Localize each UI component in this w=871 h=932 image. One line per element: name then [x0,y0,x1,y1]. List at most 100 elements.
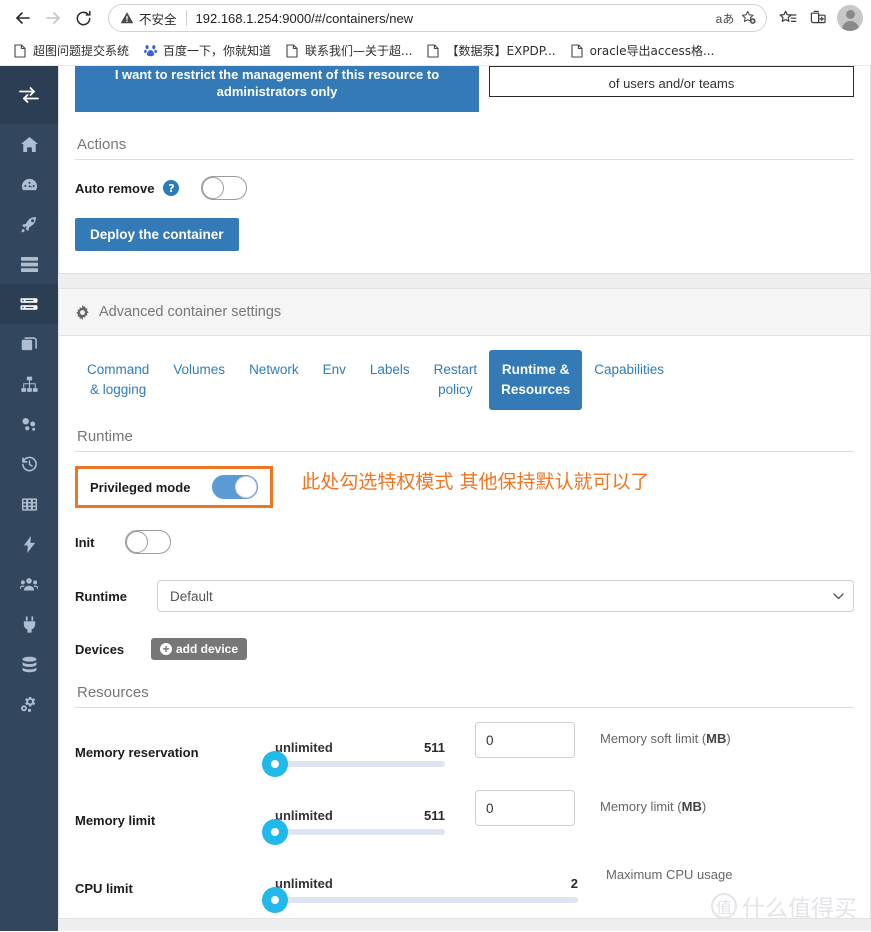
cpu-limit-row: CPU limit unlimited 2 Maximum CPU usage [75,858,854,918]
devices-row: Devices + add device [75,638,854,660]
sidebar-item-events[interactable] [0,444,58,484]
sidebar-item-containers[interactable] [0,284,58,324]
memory-reservation-row: Memory reservation unlimited 511 Memory … [75,722,854,782]
tab-env[interactable]: Env [311,350,358,410]
deploy-the-container-button[interactable]: Deploy the container [75,218,239,251]
restrict-to-administrators-button[interactable]: I want to restrict the management of thi… [75,66,479,112]
slider-max-label: 2 [570,875,578,891]
memory-reservation-slider[interactable] [262,750,445,777]
sidebar-item-endpoints[interactable] [0,604,58,644]
tab-capabilities[interactable]: Capabilities [582,350,676,410]
annotation-text: 此处勾选特权模式 其他保持默认就可以了 [301,470,650,493]
tab-volumes[interactable]: Volumes [161,350,237,410]
memory-soft-limit-label: Memory soft limit (MB) [600,731,731,746]
auto-remove-toggle[interactable] [201,176,248,200]
tab-command-logging[interactable]: Command & logging [75,350,161,410]
cpu-limit-slider[interactable] [262,886,578,913]
auto-remove-row: Auto remove ? [75,176,854,200]
slider-thumb[interactable] [262,886,288,913]
add-device-label: add device [176,642,239,656]
address-bar[interactable]: 不安全 192.168.1.254:9000/#/containers/new … [108,4,767,32]
memory-reservation-input[interactable] [475,722,575,758]
sidebar-item-networks[interactable] [0,364,58,404]
slider-end-labels: unlimited 2 [275,876,578,891]
sidebar-item-stacks[interactable] [0,244,58,284]
sidebar-item-app-templates[interactable] [0,204,58,244]
sidebar-item-dashboard[interactable] [0,164,58,204]
restrict-button-label: I want to restrict the management of thi… [114,67,440,99]
cpu-limit-slider-wrap: unlimited 2 [262,874,578,913]
bookmark-label: 联系我们—关于超... [305,44,413,58]
sidebar-item-users[interactable] [0,564,58,604]
browser-chrome: 不安全 192.168.1.254:9000/#/containers/new … [0,0,871,66]
url-text[interactable]: 192.168.1.254:9000/#/containers/new [196,11,713,26]
baidu-icon [143,44,157,58]
sidebar-item-quick-actions[interactable] [0,524,58,564]
privileged-mode-label: Privileged mode [90,479,191,495]
bookmark-item[interactable]: oracle导出access格... [563,39,722,63]
slider-min-label: unlimited [275,875,333,891]
cpu-limit-label: CPU limit [75,880,133,896]
bookmark-label: oracle导出access格... [589,44,715,58]
privileged-mode-toggle[interactable] [212,475,259,499]
plus-circle-icon: + [160,643,172,655]
bookmark-label: 超图问题提交系统 [33,44,130,58]
gear-icon [75,304,90,320]
memory-limit-input[interactable] [475,790,575,826]
bookmark-item[interactable]: 【数据泵】EXPDP... [419,39,562,63]
forward-arrow-icon[interactable] [38,3,68,33]
slider-min-label: unlimited [275,807,333,823]
memory-reservation-slider-wrap: unlimited 511 [262,738,445,777]
slider-max-label: 511 [424,739,445,755]
add-device-button[interactable]: + add device [151,638,248,660]
init-toggle[interactable] [125,530,171,554]
favorites-icon[interactable] [773,3,803,33]
tab-restart-policy[interactable]: Restart policy [422,350,490,410]
tab-network[interactable]: Network [237,350,311,410]
avatar[interactable] [837,5,863,31]
slider-thumb[interactable] [262,818,288,845]
back-arrow-icon[interactable] [8,3,38,33]
bookmark-item[interactable]: 百度一下，你就知道 [136,39,278,63]
resources-section-title: Resources [75,684,854,708]
sidebar-item-volumes[interactable] [0,404,58,444]
memory-limit-slider[interactable] [262,818,445,845]
slider-max-label: 511 [424,807,445,823]
sidebar-item-images[interactable] [0,324,58,364]
tab-labels[interactable]: Labels [358,350,422,410]
runtime-select-wrap: Default [157,580,854,612]
runtime-select-row: Runtime Default [75,580,854,612]
help-icon[interactable]: ? [163,180,180,196]
reload-icon[interactable] [68,3,98,33]
toggle-knob [235,476,258,498]
privileged-mode-highlight: Privileged mode [75,466,274,508]
init-row: Init [75,530,854,554]
memory-limit-slider-wrap: unlimited 511 [262,806,445,845]
slider-thumb[interactable] [262,750,288,777]
users-teams-box[interactable]: of users and/or teams [489,66,854,97]
omnibox-divider [185,10,187,26]
advanced-settings-title: Advanced container settings [99,304,282,320]
sidebar-item-host[interactable] [0,484,58,524]
devices-label: Devices [75,641,125,657]
sidebar-item-registries[interactable] [0,644,58,684]
collections-icon[interactable] [803,3,833,33]
advanced-container-settings-panel: Advanced container settings Command & lo… [58,288,871,919]
translate-icon[interactable]: aあ [713,6,737,30]
runtime-select[interactable]: Default [157,580,854,612]
slider-end-labels: unlimited 511 [275,808,445,823]
memory-limit-unit-label: Memory limit (MB) [600,799,707,814]
main-content: I want to restrict the management of thi… [58,66,871,931]
tab-runtime-resources[interactable]: Runtime & Resources [489,350,583,410]
sidebar [0,66,58,931]
advanced-tabs: Command & logging Volumes Network Env La… [59,336,870,410]
max-cpu-usage-label: Maximum CPU usage [606,867,733,882]
access-control-row: I want to restrict the management of thi… [75,66,854,112]
sidebar-item-home[interactable] [0,124,58,164]
add-favorite-icon[interactable] [737,6,761,30]
collapse-sidebar-icon[interactable] [0,66,58,124]
bookmark-item[interactable]: 超图问题提交系统 [6,39,136,63]
bookmarks-bar: 超图问题提交系统 百度一下，你就知道 联系我们—关于超... 【数据泵】EXPD… [0,36,871,66]
bookmark-item[interactable]: 联系我们—关于超... [278,39,419,63]
sidebar-item-settings[interactable] [0,684,58,724]
